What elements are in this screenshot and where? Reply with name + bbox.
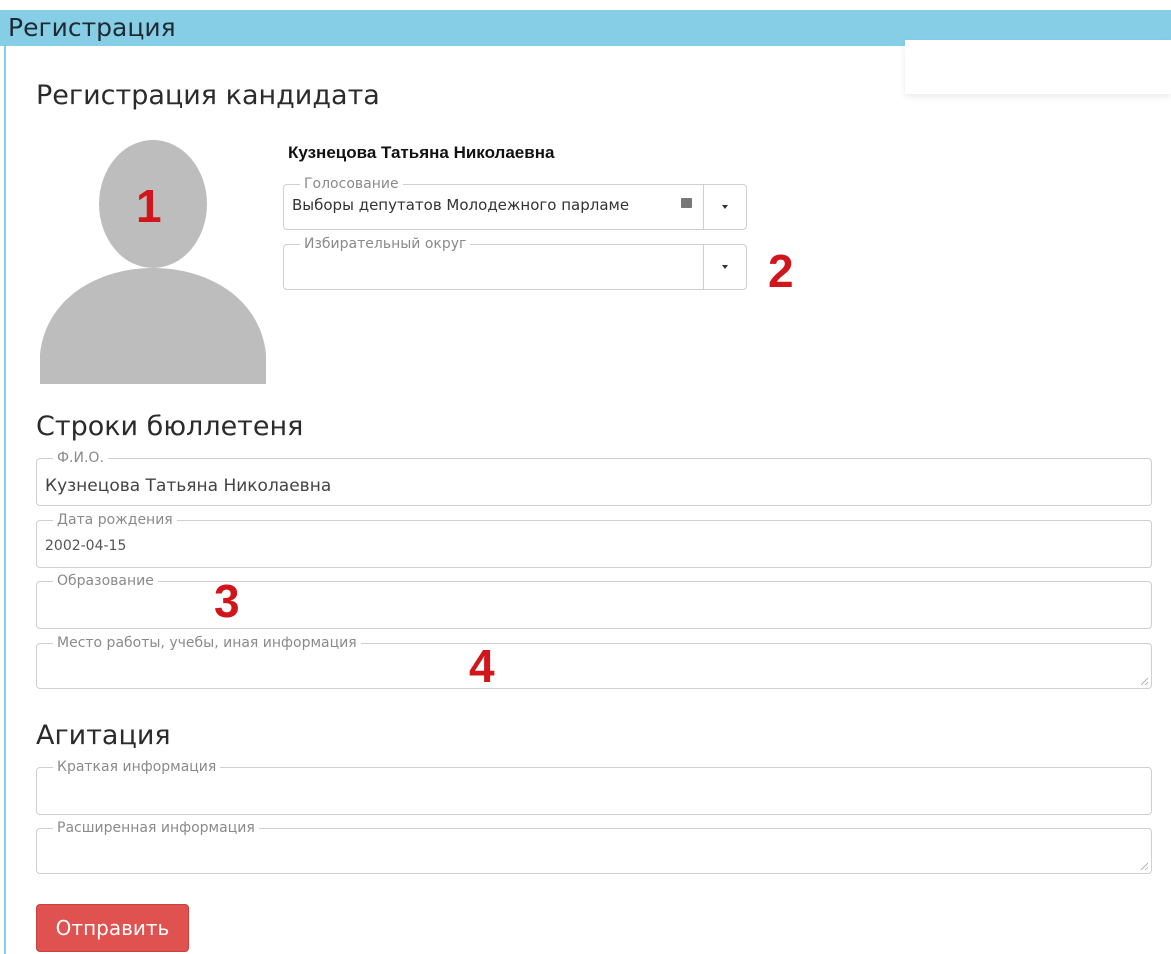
workplace-textarea[interactable]: Место работы, учебы, иная информация bbox=[36, 634, 1152, 689]
candidate-section-title: Регистрация кандидата bbox=[36, 80, 380, 111]
birthdate-field[interactable]: Дата рождения 2002-04-15 bbox=[36, 511, 1152, 568]
agitation-section-title: Агитация bbox=[36, 720, 171, 751]
voting-label: Голосование bbox=[300, 175, 411, 193]
ballot-section-title: Строки бюллетеня bbox=[36, 411, 304, 442]
district-dropdown-button[interactable] bbox=[703, 245, 746, 289]
left-border bbox=[4, 46, 6, 954]
fio-value: Кузнецова Татьяна Николаевна bbox=[45, 476, 332, 496]
marker-2: 2 bbox=[768, 245, 794, 297]
resize-handle-icon[interactable] bbox=[1141, 863, 1148, 870]
short-info-label: Краткая информация bbox=[53, 758, 229, 776]
chevron-down-icon bbox=[722, 205, 728, 209]
district-select[interactable]: Избирательный округ bbox=[283, 235, 747, 290]
extended-info-label: Расширенная информация bbox=[53, 819, 267, 837]
fio-label: Ф.И.О. bbox=[53, 449, 116, 467]
extended-info-textarea[interactable]: Расширенная информация bbox=[36, 819, 1152, 874]
candidate-name: Кузнецова Татьяна Николаевна bbox=[288, 143, 555, 162]
voting-select[interactable]: Голосование Выборы депутатов Молодежного… bbox=[283, 175, 747, 230]
page-title: Регистрация bbox=[8, 13, 176, 42]
panel-overlay bbox=[905, 40, 1171, 94]
education-label: Образование bbox=[53, 572, 166, 590]
birthdate-value: 2002-04-15 bbox=[45, 538, 127, 554]
marker-1: 1 bbox=[136, 180, 162, 232]
district-label: Избирательный округ bbox=[300, 235, 479, 253]
voting-dropdown-button[interactable] bbox=[703, 185, 746, 229]
marker-3: 3 bbox=[214, 575, 240, 627]
submit-button[interactable]: Отправить bbox=[36, 904, 189, 952]
workplace-label: Место работы, учебы, иная информация bbox=[53, 634, 369, 652]
voting-value: Выборы депутатов Молодежного парламе bbox=[292, 196, 630, 214]
fio-field[interactable]: Ф.И.О. Кузнецова Татьяна Николаевна bbox=[36, 449, 1152, 506]
avatar-placeholder-icon[interactable] bbox=[36, 140, 270, 384]
clear-icon[interactable] bbox=[681, 198, 692, 208]
short-info-field[interactable]: Краткая информация bbox=[36, 758, 1152, 815]
education-field[interactable]: Образование bbox=[36, 572, 1152, 629]
marker-4: 4 bbox=[469, 640, 495, 692]
chevron-down-icon bbox=[722, 265, 728, 269]
resize-handle-icon[interactable] bbox=[1141, 678, 1148, 685]
birthdate-label: Дата рождения bbox=[53, 511, 185, 529]
